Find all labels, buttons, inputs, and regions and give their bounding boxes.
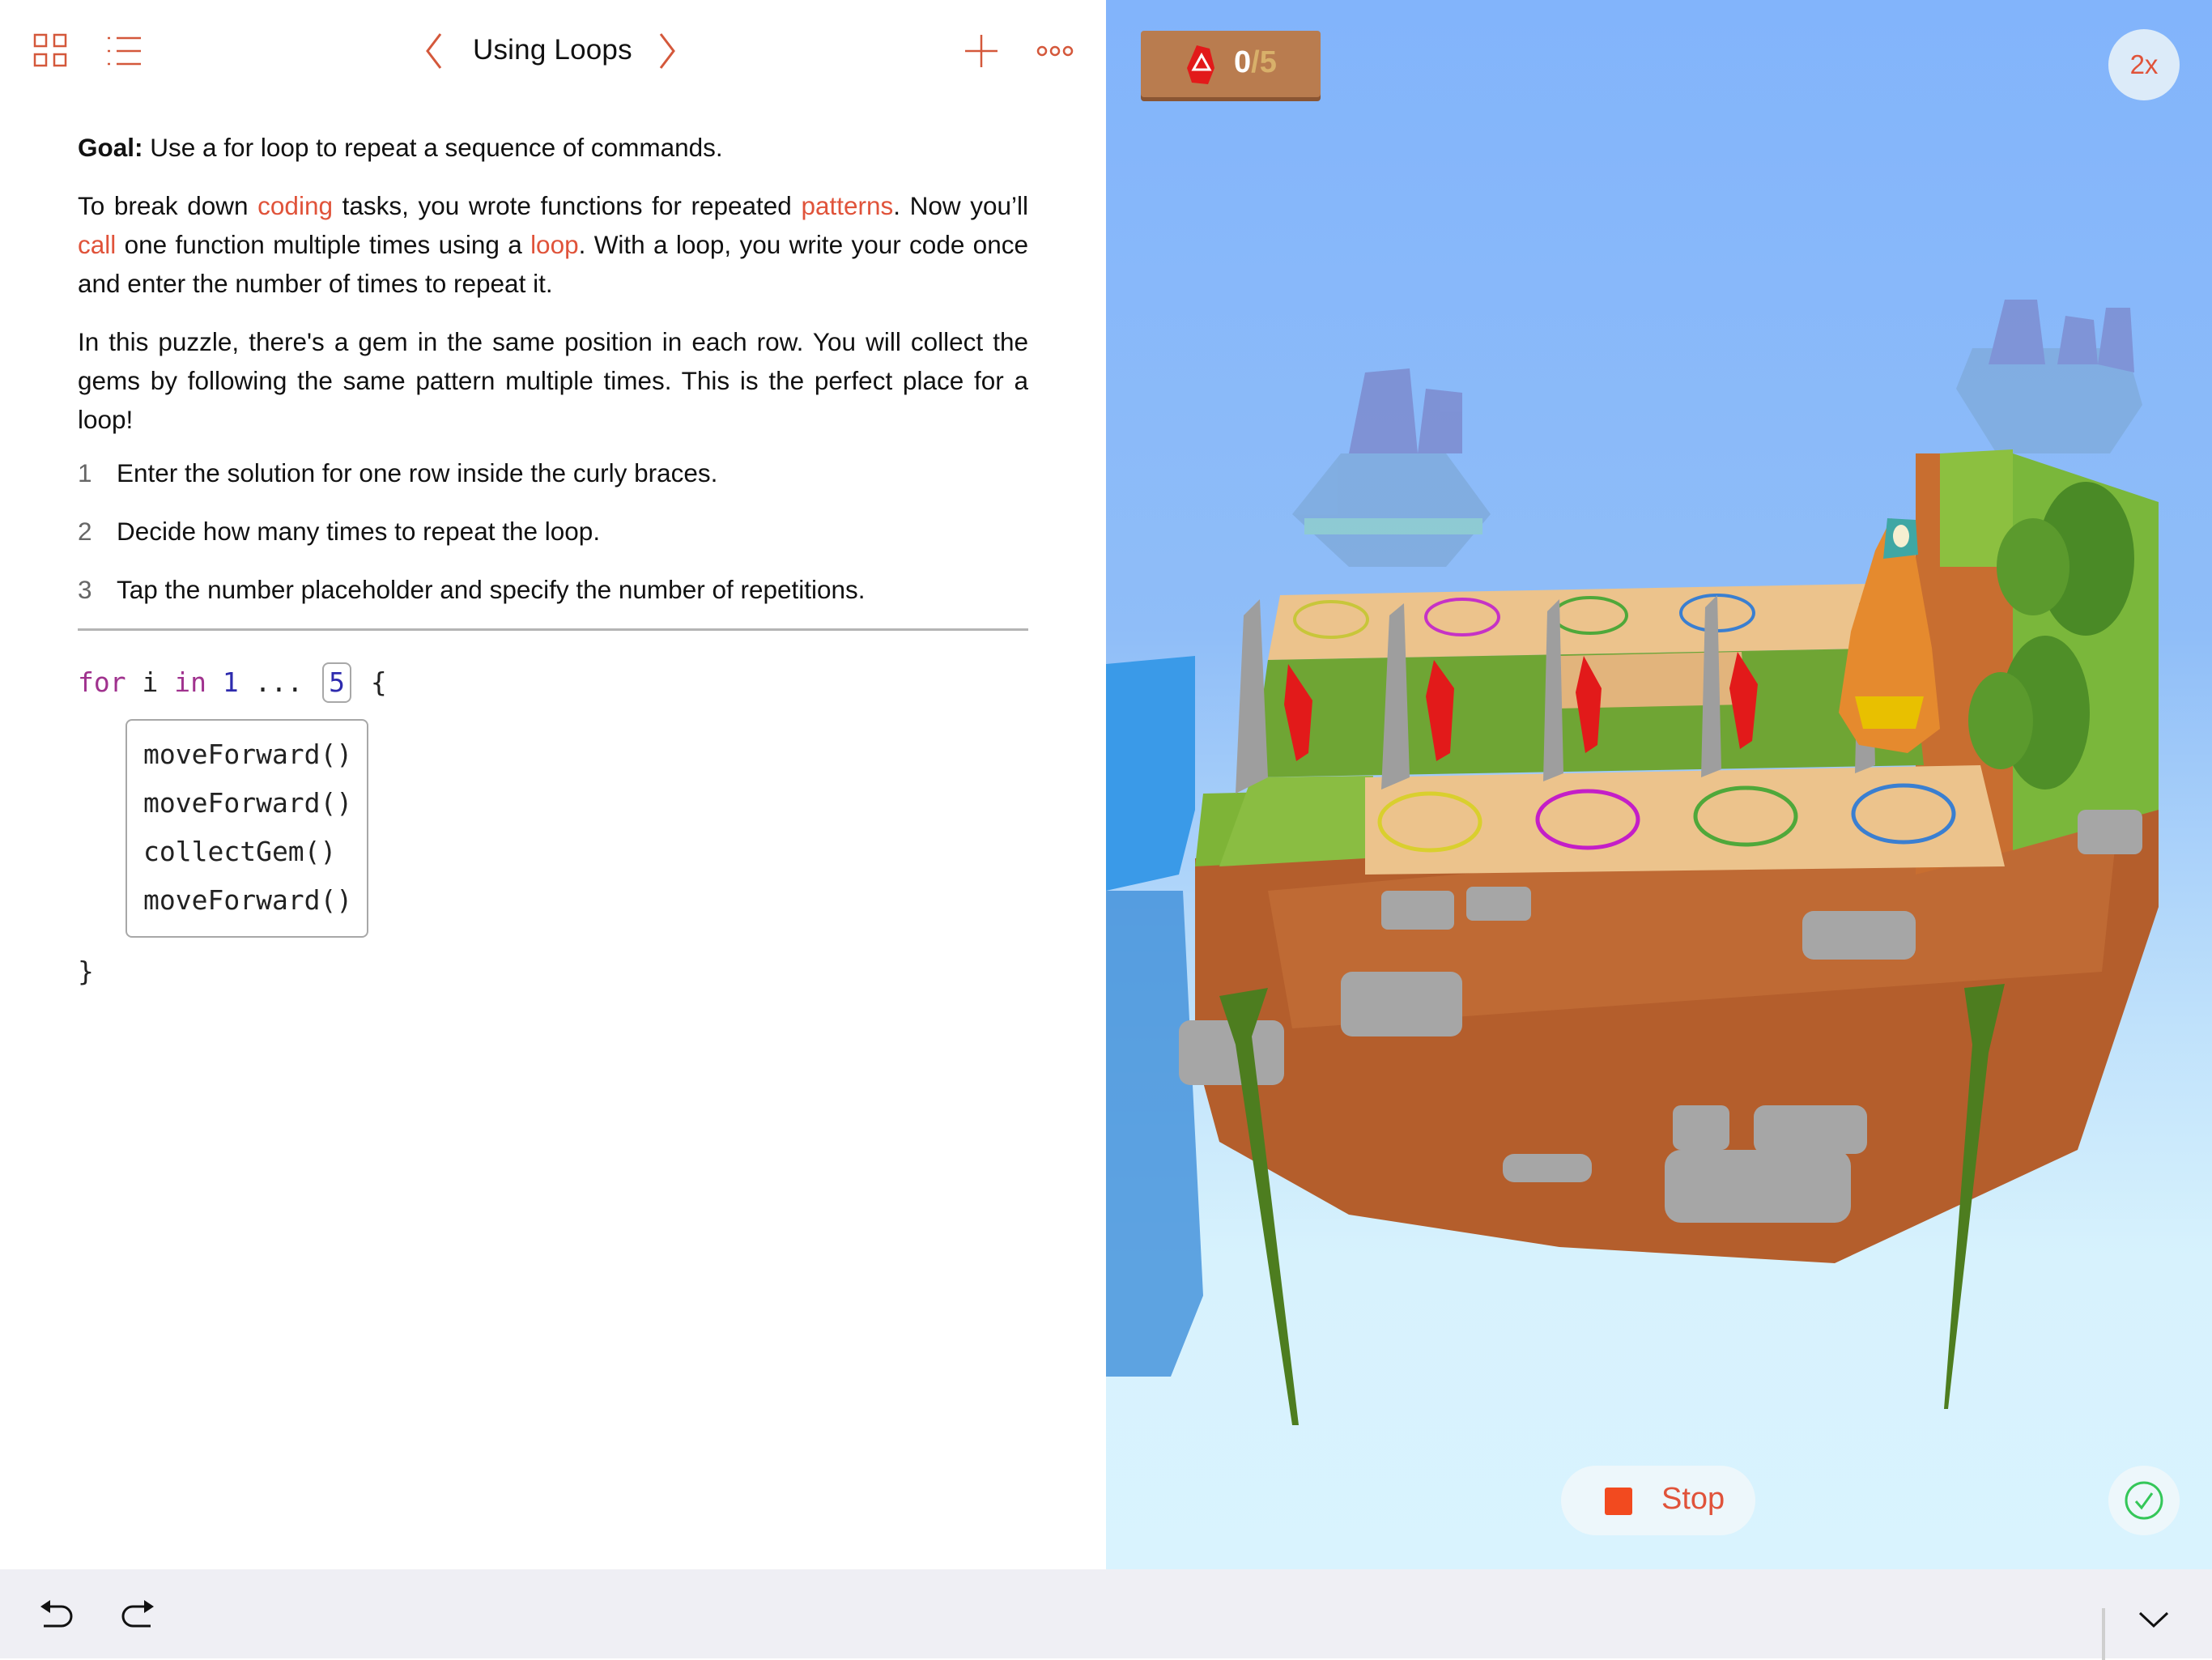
checkmark-circle-icon bbox=[2125, 1481, 2163, 1520]
glossary-link-call[interactable]: call bbox=[78, 230, 116, 259]
goal-body: Use a for loop to repeat a sequence of c… bbox=[143, 133, 723, 162]
divider bbox=[78, 628, 1028, 631]
water-pool bbox=[1106, 656, 1195, 891]
stop-button[interactable]: Stop bbox=[1561, 1466, 1755, 1535]
collapse-chevron-icon[interactable] bbox=[2138, 1610, 2170, 1631]
gems-total: /5 bbox=[1251, 45, 1277, 79]
bottom-toolbar bbox=[0, 1569, 2212, 1660]
board-row-front bbox=[1365, 765, 2005, 875]
paragraph-text: . Now you’ll bbox=[893, 191, 1029, 220]
keyword-for: for bbox=[78, 666, 126, 698]
gem-counter: 0/5 bbox=[1141, 31, 1321, 97]
stop-icon bbox=[1605, 1488, 1632, 1515]
step-text: Tap the number placeholder and specify t… bbox=[117, 575, 866, 604]
code-line[interactable]: moveForward() bbox=[143, 738, 352, 770]
gems-collected: 0 bbox=[1234, 45, 1252, 79]
step-number: 3 bbox=[78, 575, 92, 604]
page-title: Using Loops bbox=[473, 34, 632, 66]
gem-icon bbox=[1187, 45, 1214, 84]
puzzle-scene bbox=[1106, 300, 2159, 1425]
paragraph-text: To break down bbox=[78, 191, 258, 220]
board-row-back bbox=[1268, 583, 1912, 660]
step-text: Enter the solution for one row inside th… bbox=[117, 458, 718, 487]
step-item: 3 Tap the number placeholder and specify … bbox=[78, 575, 866, 605]
puzzle-world-view[interactable]: 0/5 bbox=[1106, 0, 2212, 1569]
undo-icon[interactable] bbox=[39, 1598, 79, 1631]
loop-body-editor[interactable]: moveForward() moveForward() collectGem()… bbox=[125, 719, 368, 938]
code-line[interactable]: moveForward() bbox=[143, 787, 352, 819]
background-island-right bbox=[1956, 300, 2142, 453]
speed-toggle-button[interactable]: 2x bbox=[2108, 29, 2180, 100]
for-loop-header[interactable]: for i in 1 ... 5 { bbox=[78, 662, 387, 703]
redo-icon[interactable] bbox=[115, 1598, 155, 1631]
loop-variable: i bbox=[142, 666, 159, 698]
goal-text: Goal: Use a for loop to repeat a sequenc… bbox=[78, 128, 1028, 167]
chevron-left-icon[interactable] bbox=[421, 31, 445, 71]
tree bbox=[1968, 672, 2033, 769]
step-text: Decide how many times to repeat the loop… bbox=[117, 517, 601, 546]
list-icon[interactable] bbox=[104, 31, 144, 71]
plus-icon[interactable] bbox=[961, 31, 1002, 71]
range-operator: ... bbox=[254, 666, 304, 698]
goal-label: Goal: bbox=[78, 133, 143, 162]
paragraph-text: tasks, you wrote functions for repeated bbox=[332, 191, 802, 220]
chevron-right-icon[interactable] bbox=[656, 31, 680, 71]
puzzle-paragraph: In this puzzle, there's a gem in the sam… bbox=[78, 327, 1028, 434]
instructions-panel: Using Loops Goal: Use a for loop to repe… bbox=[0, 0, 1106, 1569]
close-brace: } bbox=[78, 956, 94, 987]
open-brace: { bbox=[370, 666, 387, 698]
step-number: 2 bbox=[78, 517, 92, 546]
repeat-count-placeholder[interactable]: 5 bbox=[322, 662, 351, 703]
stop-label: Stop bbox=[1661, 1482, 1725, 1516]
keyword-in: in bbox=[174, 666, 206, 698]
waterfall bbox=[1106, 891, 1203, 1377]
glossary-link-loop[interactable]: loop bbox=[530, 230, 579, 259]
check-button[interactable] bbox=[2108, 1466, 2180, 1535]
intro-paragraph: To break down coding tasks, you wrote fu… bbox=[78, 186, 1028, 303]
paragraph-text: one function multiple times using a bbox=[116, 230, 531, 259]
code-line[interactable]: moveForward() bbox=[143, 884, 352, 916]
more-icon[interactable] bbox=[1035, 31, 1075, 71]
background-island-left bbox=[1292, 368, 1491, 567]
tree bbox=[1997, 518, 2069, 615]
grid-icon[interactable] bbox=[31, 31, 71, 71]
step-number: 1 bbox=[78, 458, 92, 487]
code-line[interactable]: collectGem() bbox=[143, 836, 336, 867]
step-item: 1 Enter the solution for one row inside t… bbox=[78, 458, 717, 488]
range-start: 1 bbox=[222, 666, 239, 698]
step-item: 2 Decide how many times to repeat the loo… bbox=[78, 517, 600, 547]
toolbar-divider bbox=[2102, 1608, 2105, 1660]
glossary-link-coding[interactable]: coding bbox=[257, 191, 333, 220]
glossary-link-patterns[interactable]: patterns bbox=[801, 191, 893, 220]
